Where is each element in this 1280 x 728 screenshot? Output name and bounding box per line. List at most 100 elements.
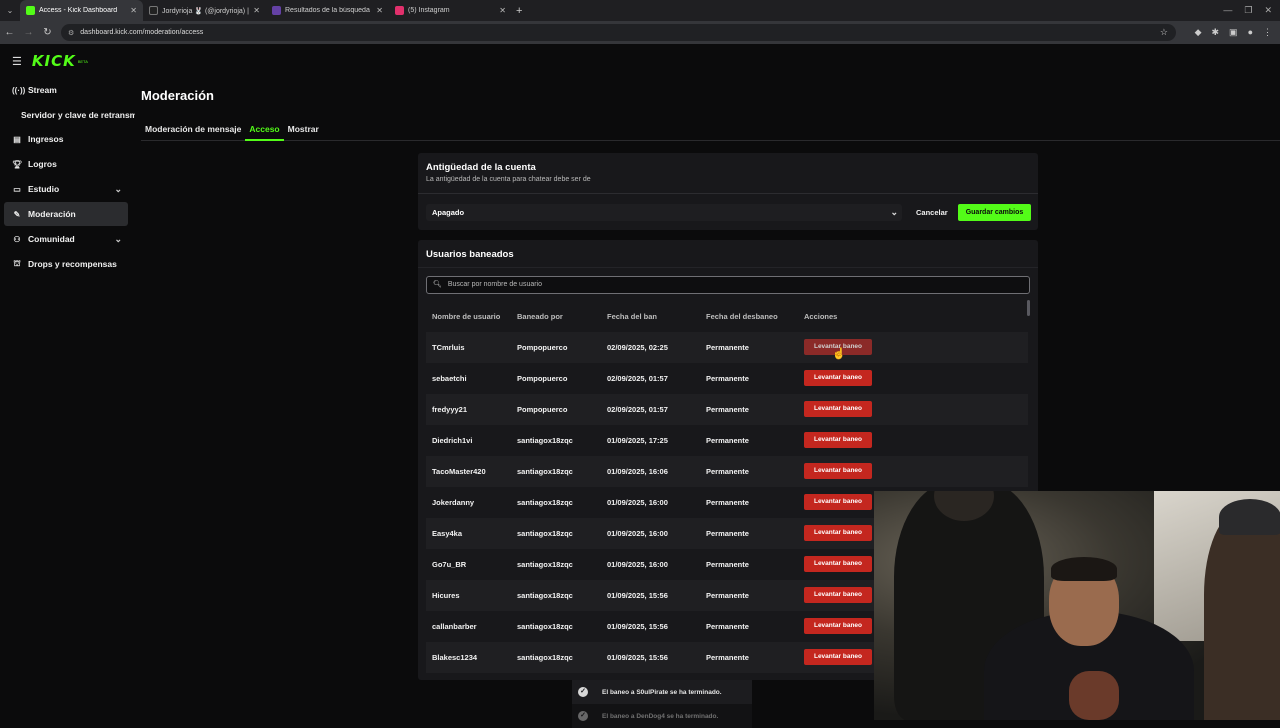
account-age-title: Antigüedad de la cuenta: [426, 162, 536, 173]
tab-tiktok[interactable]: Jordyrioja 🐰 (@jordyrioja) | Ti... ✕: [143, 0, 266, 21]
chevron-down-icon[interactable]: ⌄: [114, 234, 122, 245]
sidebar-item-stream-key[interactable]: Servidor y clave de retransmisión: [0, 103, 135, 127]
ban-date-cell: 01/09/2025, 16:00: [607, 560, 668, 569]
tab-moderacion-mensaje[interactable]: Moderación de mensaje: [141, 120, 245, 141]
account-age-select[interactable]: Apagado ⌄: [426, 204, 902, 221]
kick-favicon-icon: [26, 6, 35, 15]
sidebar-item-label: Estudio: [28, 184, 60, 194]
column-header[interactable]: Fecha del desbaneo: [706, 312, 778, 321]
unban-button[interactable]: Levantar baneo: [804, 525, 872, 541]
save-changes-button[interactable]: Guardar cambios: [958, 204, 1031, 221]
sidebar-item-logros[interactable]: 🏆︎ Logros: [4, 152, 128, 176]
tab-twitch-search[interactable]: Resultados de la búsqueda de ... ✕: [266, 0, 389, 21]
sidebar-item-drops[interactable]: ⛫ Drops y recompensas: [4, 252, 128, 276]
tab-instagram[interactable]: (5) Instagram ✕: [389, 0, 512, 21]
profile-icon[interactable]: ●: [1248, 27, 1253, 38]
banned-by-cell: Pompopuerco: [517, 343, 568, 352]
close-icon[interactable]: ✕: [130, 6, 137, 15]
extensions-puzzle-icon[interactable]: ▣: [1229, 27, 1238, 38]
sidebar-item-stream[interactable]: ((·)) Stream: [4, 78, 128, 102]
banned-by-cell: santiagox18zqc: [517, 653, 573, 662]
unban-button[interactable]: Levantar baneo: [804, 494, 872, 510]
banned-by-cell: Pompopuerco: [517, 374, 568, 383]
wrench-icon: ✎: [13, 209, 21, 219]
ban-date-cell: 01/09/2025, 17:25: [607, 436, 668, 445]
sidebar-item-ingresos[interactable]: ▤ Ingresos: [4, 127, 128, 151]
close-icon[interactable]: ✕: [499, 6, 506, 15]
ban-date-cell: 02/09/2025, 01:57: [607, 405, 668, 414]
tab-title: (5) Instagram: [408, 7, 450, 14]
tab-acceso[interactable]: Acceso: [245, 120, 284, 141]
minimize-icon[interactable]: —: [1223, 5, 1232, 16]
unban-button[interactable]: Levantar baneo: [804, 432, 872, 448]
banned-by-cell: santiagox18zqc: [517, 436, 573, 445]
close-icon[interactable]: ✕: [376, 6, 383, 15]
unban-button[interactable]: Levantar baneo: [804, 556, 872, 572]
chevron-down-icon: ⌄: [890, 207, 898, 217]
sidebar-item-comunidad[interactable]: ⚇ Comunidad ⌄: [4, 227, 128, 251]
trophy-icon: 🏆︎: [12, 159, 23, 169]
ban-date-cell: 01/09/2025, 15:56: [607, 622, 668, 631]
unban-button[interactable]: Levantar baneo: [804, 401, 872, 417]
site-info-icon[interactable]: ⚙: [68, 29, 74, 37]
unban-button[interactable]: Levantar baneo: [804, 370, 872, 386]
unban-button[interactable]: Levantar baneo: [804, 587, 872, 603]
column-header[interactable]: Baneado por: [517, 312, 563, 321]
table-row: fredyyy21 Pompopuerco 02/09/2025, 01:57 Per…: [426, 394, 1028, 425]
divider: [418, 267, 1038, 268]
cancel-button[interactable]: Cancelar: [910, 204, 954, 221]
ban-date-cell: 01/09/2025, 16:00: [607, 529, 668, 538]
bookmark-star-icon[interactable]: ☆: [1160, 27, 1168, 38]
menu-icon[interactable]: ⋮: [1263, 27, 1272, 38]
column-header[interactable]: Fecha del ban: [607, 312, 657, 321]
unban-date-cell: Permanente: [706, 622, 749, 631]
banned-by-cell: santiagox18zqc: [517, 560, 573, 569]
tab-kick-dashboard[interactable]: Access - Kick Dashboard ✕: [20, 0, 143, 21]
unban-button[interactable]: Levantar baneo: [804, 618, 872, 634]
sidebar-item-label: Ingresos: [28, 134, 64, 144]
sidebar-item-label: Drops y recompensas: [28, 259, 117, 269]
username-cell: TCmrluis: [432, 343, 465, 352]
unban-date-cell: Permanente: [706, 591, 749, 600]
unban-button[interactable]: Levantar baneo: [804, 463, 872, 479]
username-cell: callanbarber: [432, 622, 477, 631]
hamburger-menu-icon[interactable]: ☰: [12, 55, 22, 68]
back-icon[interactable]: ←: [0, 27, 19, 38]
extension-icon[interactable]: ✱: [1212, 27, 1220, 38]
table-header: Nombre de usuario Baneado por Fecha del …: [426, 310, 1028, 326]
new-tab-icon[interactable]: +: [516, 5, 522, 17]
ban-date-cell: 02/09/2025, 02:25: [607, 343, 668, 352]
sidebar-item-moderacion[interactable]: ✎ Moderación: [4, 202, 128, 226]
account-age-description: La antigüedad de la cuenta para chatear …: [426, 176, 591, 183]
username-cell: Blakesc1234: [432, 653, 478, 662]
forward-icon[interactable]: →: [19, 27, 38, 38]
beta-badge: BETA: [77, 58, 88, 64]
unban-date-cell: Permanente: [706, 498, 749, 507]
account-age-card: Antigüedad de la cuenta La antigüedad de…: [418, 153, 1038, 230]
column-header[interactable]: Nombre de usuario: [432, 312, 500, 321]
sidebar-item-estudio[interactable]: ▭ Estudio ⌄: [4, 177, 128, 201]
url-field[interactable]: ⚙ dashboard.kick.com/moderation/access ☆: [61, 24, 1176, 41]
unban-date-cell: Permanente: [706, 436, 749, 445]
reload-icon[interactable]: ↻: [38, 27, 57, 38]
ban-date-cell: 01/09/2025, 16:00: [607, 498, 668, 507]
unban-date-cell: Permanente: [706, 653, 749, 662]
ban-date-cell: 01/09/2025, 15:56: [607, 591, 668, 600]
tab-mostrar[interactable]: Mostrar: [284, 120, 323, 141]
chevron-down-icon[interactable]: ⌄: [114, 184, 122, 195]
unban-button[interactable]: Levantar baneo: [804, 649, 872, 665]
tab-search-icon[interactable]: ⌄: [0, 0, 20, 21]
extension-icon[interactable]: ◆: [1195, 27, 1202, 38]
toast-notification: ✓ El baneo a S0ulPirate se ha terminado.: [572, 680, 752, 704]
kick-logo[interactable]: KICK: [32, 52, 76, 70]
ban-date-cell: 01/09/2025, 16:06: [607, 467, 668, 476]
search-input[interactable]: 🔍︎ Buscar por nombre de usuario: [426, 276, 1030, 294]
maximize-icon[interactable]: ❐: [1244, 5, 1252, 16]
close-icon[interactable]: ✕: [253, 6, 260, 15]
check-icon: ✓: [578, 687, 588, 697]
window-close-icon[interactable]: ✕: [1264, 5, 1272, 16]
column-header: Acciones: [804, 312, 838, 321]
sidebar-item-label: Logros: [28, 159, 57, 169]
mouse-cursor-icon: ☝: [832, 348, 846, 360]
address-bar: ← → ↻ ⚙ dashboard.kick.com/moderation/ac…: [0, 21, 1280, 44]
